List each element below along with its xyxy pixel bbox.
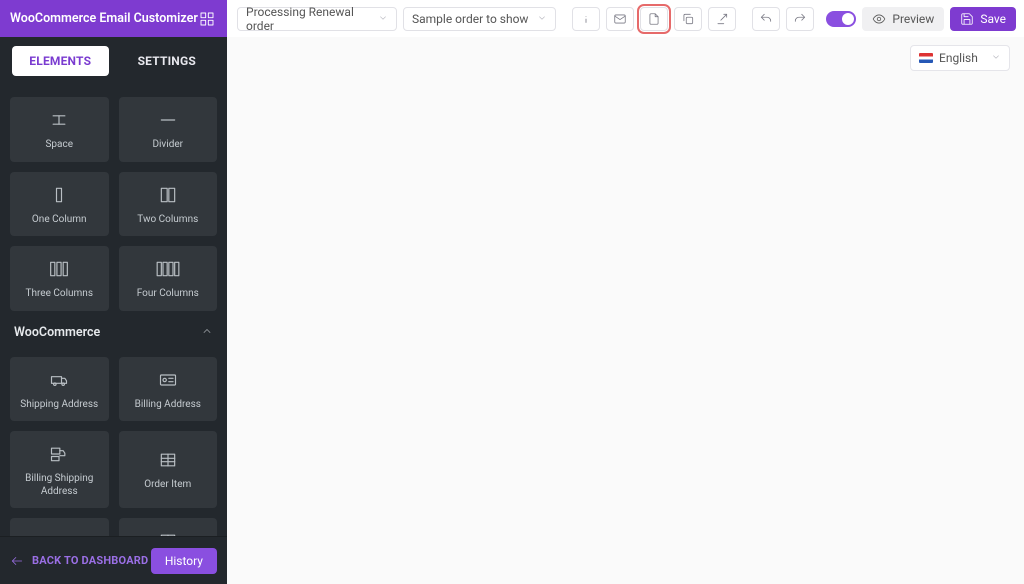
element-divider[interactable]: Divider	[119, 97, 218, 162]
id-card-icon	[158, 369, 178, 391]
back-to-dashboard[interactable]: BACK TO DASHBOARD	[10, 554, 148, 568]
save-button[interactable]: Save	[950, 7, 1016, 31]
element-space[interactable]: Space	[10, 97, 109, 162]
element-one-column[interactable]: One Column	[10, 172, 109, 237]
chevron-down-icon	[378, 12, 388, 26]
send-test-email-button[interactable]	[606, 7, 634, 31]
element-hook[interactable]: Hook	[10, 518, 109, 536]
editor-canvas[interactable]: English	[227, 37, 1024, 584]
email-template-select[interactable]: Processing Renewal order	[237, 7, 397, 31]
save-label: Save	[980, 12, 1006, 26]
element-billing-address[interactable]: Billing Address	[119, 357, 218, 422]
section-woocommerce-header[interactable]: WooCommerce	[10, 311, 217, 345]
divider-icon	[158, 109, 178, 131]
flag-us-icon	[919, 53, 933, 63]
info-button[interactable]	[572, 7, 600, 31]
sidebar: ELEMENTS SETTINGS Space Divider	[0, 37, 227, 584]
element-order-item[interactable]: Order Item	[119, 431, 218, 508]
space-icon	[49, 109, 69, 131]
sample-order-select[interactable]: Sample order to show	[403, 7, 556, 31]
element-shipping-address[interactable]: Shipping Address	[10, 357, 109, 422]
chevron-up-icon	[201, 325, 213, 341]
element-two-columns[interactable]: Two Columns	[119, 172, 218, 237]
blank-template-button[interactable]	[640, 7, 668, 31]
chevron-down-icon	[991, 51, 1001, 65]
chevron-down-icon	[537, 12, 547, 26]
element-billing-shipping-address[interactable]: Billing Shipping Address	[10, 431, 109, 508]
preview-label: Preview	[892, 12, 934, 26]
top-bar: WooCommerce Email Customizer Processing …	[0, 0, 1024, 37]
element-four-columns[interactable]: Four Columns	[119, 246, 218, 311]
app-title: WooCommerce Email Customizer	[10, 11, 217, 26]
brand-bar: WooCommerce Email Customizer	[0, 0, 227, 37]
language-label: English	[939, 51, 978, 65]
language-select[interactable]: English	[910, 45, 1010, 71]
element-order-item-download[interactable]: Order Item Download	[119, 518, 218, 536]
layout-grid-icon[interactable]	[195, 7, 219, 31]
element-three-columns[interactable]: Three Columns	[10, 246, 109, 311]
enable-toggle[interactable]	[826, 11, 856, 27]
tab-settings[interactable]: SETTINGS	[119, 46, 216, 76]
table-icon	[158, 449, 178, 471]
sample-order-select-value: Sample order to show	[412, 12, 528, 26]
two-columns-icon	[157, 184, 179, 206]
one-column-icon	[49, 184, 69, 206]
toolbar: Processing Renewal order Sample order to…	[227, 7, 1024, 31]
three-columns-icon	[47, 258, 71, 280]
truck-card-icon	[49, 443, 69, 465]
redo-button[interactable]	[786, 7, 814, 31]
truck-icon	[49, 369, 69, 391]
sidebar-tabs: ELEMENTS SETTINGS	[0, 37, 227, 85]
preview-button[interactable]: Preview	[862, 7, 944, 31]
elements-panel[interactable]: Space Divider One Column	[0, 85, 227, 536]
copy-button[interactable]	[674, 7, 702, 31]
email-template-select-value: Processing Renewal order	[246, 5, 378, 33]
history-button[interactable]: History	[151, 548, 217, 574]
four-columns-icon	[155, 258, 181, 280]
undo-button[interactable]	[752, 7, 780, 31]
redirect-button[interactable]	[708, 7, 736, 31]
tab-elements[interactable]: ELEMENTS	[12, 46, 109, 76]
sidebar-footer: BACK TO DASHBOARD History	[0, 536, 227, 584]
